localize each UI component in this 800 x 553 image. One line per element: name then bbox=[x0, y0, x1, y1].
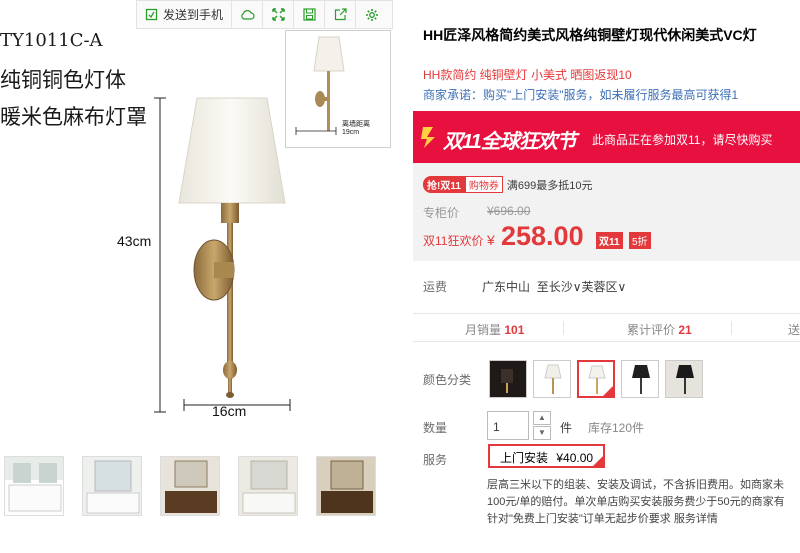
stock-count: 库存120件 bbox=[588, 421, 645, 435]
send-phone-icon bbox=[145, 8, 158, 21]
service-desc-line-3: 针对"免费上门安装"订单无起步价要求 服务详情 bbox=[487, 513, 718, 525]
service-label: 服务 bbox=[423, 453, 448, 467]
service-name: 上门安装 bbox=[500, 451, 549, 465]
price-box: 抢!双11 购物券 满699最多抵10元 专柜价 ¥696.00 双11狂欢价 … bbox=[413, 163, 800, 261]
service-desc-line-2: 100元/单的赔付。单次单店购买安装服务费少于50元的商家有 bbox=[487, 496, 785, 508]
width-dimension: 16cm bbox=[212, 403, 247, 419]
quantity-unit: 件 bbox=[560, 421, 573, 435]
color-swatch-4[interactable] bbox=[621, 360, 659, 398]
thumbnail-5[interactable] bbox=[316, 456, 376, 516]
quantity-input[interactable]: 1 bbox=[487, 411, 529, 440]
height-dimension: 43cm bbox=[117, 233, 152, 249]
double11-logo-icon bbox=[421, 127, 435, 148]
color-label: 颜色分类 bbox=[423, 373, 472, 387]
festival-price-label: 双11狂欢价 bbox=[423, 234, 484, 248]
product-gallery: TY1011C-A 纯铜铜色灯体 暖米色麻布灯罩 43cm 16cm 离墙距离 … bbox=[0, 0, 395, 440]
send-to-phone-label: 发送到手机 bbox=[163, 8, 224, 22]
thumbnail-3[interactable] bbox=[160, 456, 220, 516]
quantity-label: 数量 bbox=[423, 421, 448, 435]
double11-banner: 双11全球狂欢节 此商品正在参加双11，请尽快购买 bbox=[413, 111, 800, 163]
save-icon[interactable] bbox=[294, 1, 326, 28]
shipping-location[interactable]: 广东中山 至长沙∨芙蓉区∨ bbox=[482, 278, 626, 295]
monthly-sales: 月销量 101 bbox=[465, 323, 525, 337]
image-toolbar: 发送到手机 bbox=[136, 0, 393, 29]
service-price: ¥40.00 bbox=[556, 451, 594, 465]
original-price: ¥696.00 bbox=[487, 204, 531, 218]
review-count[interactable]: 累计评价 21 bbox=[627, 321, 692, 338]
color-swatch-3-selected[interactable] bbox=[577, 360, 615, 398]
inset-side-view: 离墙距离 19cm bbox=[285, 30, 391, 148]
third-stat: 送天 bbox=[788, 323, 800, 337]
service-desc-line-1: 层高三米以下的组装、安装及调试，不含拆旧费用。如商家未 bbox=[487, 479, 784, 491]
original-price-label: 专柜价 bbox=[423, 206, 460, 220]
shipping-label: 运费 bbox=[423, 280, 448, 294]
color-swatch-1[interactable] bbox=[489, 360, 527, 398]
thumbnail-4[interactable] bbox=[238, 456, 298, 516]
inset-wall-label: 离墙距离 bbox=[342, 121, 370, 128]
sales-stats: 月销量 101 累计评价 21 送天 bbox=[413, 313, 800, 342]
discount-badge: 5折 bbox=[629, 232, 651, 249]
festival-price: 258.00 bbox=[501, 221, 584, 251]
banner-brand: 双11全球狂欢节 bbox=[443, 131, 577, 153]
ship-origin: 广东中山 bbox=[482, 280, 531, 294]
double11-badge: 双11 bbox=[596, 232, 623, 249]
coupon-text: 满699最多抵10元 bbox=[506, 179, 593, 192]
color-swatch-2[interactable] bbox=[533, 360, 571, 398]
expand-icon[interactable] bbox=[263, 1, 295, 28]
ship-destination[interactable]: 至长沙∨芙蓉区∨ bbox=[537, 280, 627, 294]
gear-icon[interactable] bbox=[356, 1, 387, 28]
coupon-row[interactable]: 抢!双11 购物券 满699最多抵10元 bbox=[423, 176, 593, 193]
cloud-icon[interactable] bbox=[232, 1, 264, 28]
product-title: HH匠泽风格简约美式风格纯铜壁灯现代休闲美式VC灯 bbox=[423, 27, 757, 43]
color-swatch-5[interactable] bbox=[665, 360, 703, 398]
service-description: 层高三米以下的组装、安装及调试，不含拆旧费用。如商家未 100元/单的赔付。单次… bbox=[487, 477, 800, 528]
coupon-tag: 抢!双11 bbox=[423, 176, 465, 193]
thumbnail-2[interactable] bbox=[82, 456, 142, 516]
product-detail: HH匠泽风格简约美式风格纯铜壁灯现代休闲美式VC灯 HH款简约 纯铜壁灯 小美式… bbox=[413, 0, 800, 553]
quantity-down-button[interactable]: ▼ bbox=[533, 426, 551, 440]
product-subtitle: HH款简约 纯铜壁灯 小美式 晒图返现10 bbox=[423, 68, 632, 82]
quantity-up-button[interactable]: ▲ bbox=[533, 411, 551, 425]
seller-promise-link[interactable]: 商家承诺：购买"上门安装"服务，如未履行服务最高可获得1 bbox=[423, 86, 738, 103]
service-check-icon bbox=[592, 455, 605, 467]
thumbnail-strip bbox=[0, 456, 395, 516]
currency-symbol: ¥ bbox=[487, 232, 495, 248]
install-service-option[interactable]: 上门安装 ¥40.00 bbox=[488, 444, 606, 468]
inset-depth-label: 19cm bbox=[342, 129, 360, 136]
thumbnail-1[interactable] bbox=[4, 456, 64, 516]
coupon-type: 购物券 bbox=[464, 176, 503, 193]
banner-note: 此商品正在参加双11，请尽快购买 bbox=[592, 133, 773, 147]
share-icon[interactable] bbox=[325, 1, 357, 28]
send-to-phone-button[interactable]: 发送到手机 bbox=[137, 1, 233, 28]
